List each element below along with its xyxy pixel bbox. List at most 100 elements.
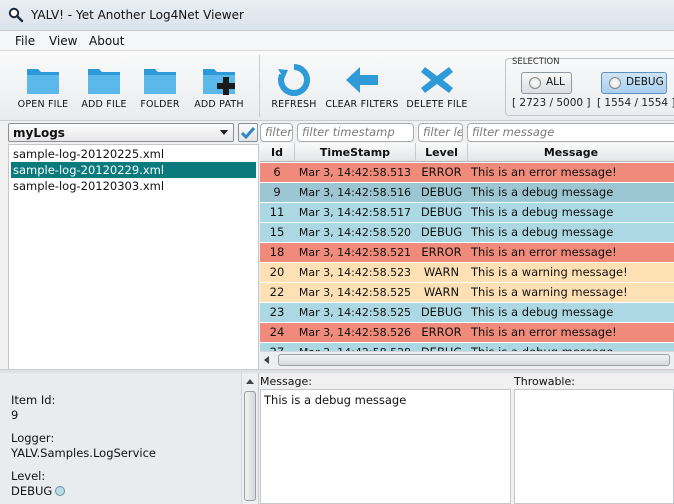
id-filter-input[interactable]: filter [260, 123, 293, 142]
column-level[interactable]: Level [416, 143, 468, 162]
cell-timestamp: Mar 3, 14:42:58.528 [295, 343, 415, 351]
table-row[interactable]: 9 Mar 3, 14:42:58.516 DEBUG This is a debug… [260, 183, 674, 203]
cell-level: ERROR [421, 325, 462, 339]
cell-timestamp: Mar 3, 14:42:58.520 [298, 226, 412, 239]
level-value-row: DEBUG [11, 484, 66, 498]
cell-timestamp: Mar 3, 14:42:58.517 [298, 206, 412, 219]
delete-file-label: DELETE FILE [406, 99, 468, 110]
cell-timestamp: Mar 3, 14:42:58.525 [298, 306, 412, 319]
scroll-up-icon[interactable] [246, 379, 254, 384]
table-row[interactable]: 18 Mar 3, 14:42:58.521 ERROR This is an err… [260, 243, 674, 263]
item-id-value: 9 [11, 408, 19, 422]
table-row[interactable]: 6 Mar 3, 14:42:58.513 ERROR This is an erro… [260, 163, 674, 183]
folder-icon [27, 69, 59, 94]
cell-message: This is a debug message [471, 205, 614, 219]
cell-id: 15 [269, 225, 285, 239]
menu-view[interactable]: View [49, 34, 77, 48]
cell-timestamp: Mar 3, 14:42:58.521 [298, 246, 412, 259]
delete-file-button[interactable]: DELETE FILE [405, 51, 469, 119]
cell-id: 6 [273, 165, 281, 179]
throwable-text[interactable] [514, 389, 674, 504]
file-item-selected[interactable]: sample-log-20120229.xml [11, 162, 256, 178]
log-grid: Id TimeStamp Level Message 6 Mar 3, 14:42… [260, 143, 674, 351]
throwable-panel: Throwable: [514, 373, 674, 504]
folder-combo[interactable]: myLogs [8, 123, 234, 142]
menu-about[interactable]: About [89, 34, 124, 48]
add-file-button[interactable]: ADD FILE [76, 51, 132, 119]
clear-filters-button[interactable]: CLEAR FILTERS [325, 51, 399, 119]
vertical-scrollbar[interactable] [241, 373, 258, 504]
folder-button[interactable]: FOLDER [134, 51, 186, 119]
scroll-thumb[interactable] [278, 354, 670, 366]
message-text[interactable]: This is a debug message [260, 389, 511, 504]
horizontal-scrollbar[interactable] [260, 351, 674, 368]
scroll-thumb[interactable] [244, 391, 256, 501]
cell-level: WARN [423, 285, 460, 299]
details-panel: Item Id: 9 Logger: YALV.Samples.LogServi… [0, 373, 259, 504]
select-all-label: ALL [546, 76, 565, 88]
refresh-button[interactable]: REFRESH [268, 51, 320, 119]
table-row[interactable]: 23 Mar 3, 14:42:58.525 DEBUG This is a debu… [260, 303, 674, 323]
column-message[interactable]: Message [468, 143, 674, 162]
throwable-label: Throwable: [514, 375, 575, 388]
select-all-button[interactable]: ALL [521, 72, 572, 94]
folder-icon [144, 69, 176, 94]
cell-message: This is an error message! [471, 245, 617, 259]
selection-title: SELECTION [512, 57, 560, 67]
column-timestamp[interactable]: TimeStamp [295, 143, 416, 162]
cell-id: 23 [269, 305, 285, 319]
scroll-left-icon[interactable] [264, 356, 269, 364]
cell-level: DEBUG [420, 185, 463, 199]
table-row[interactable]: 22 Mar 3, 14:42:58.525 WARN This is a warni… [260, 283, 674, 303]
table-row[interactable]: 15 Mar 3, 14:42:58.520 DEBUG This is a debu… [260, 223, 674, 243]
cell-message: This is a warning message! [471, 265, 628, 279]
table-row[interactable]: 24 Mar 3, 14:42:58.526 ERROR This is an err… [260, 323, 674, 343]
select-all-files-button[interactable] [238, 123, 258, 142]
cell-level: ERROR [421, 245, 462, 259]
cell-message: This is an error message! [471, 165, 617, 179]
title-bar: YALV! - Yet Another Log4Net Viewer [0, 0, 674, 31]
cell-timestamp: Mar 3, 14:42:58.523 [298, 266, 412, 279]
table-row[interactable]: 20 Mar 3, 14:42:58.523 WARN This is a warni… [260, 263, 674, 283]
message-panel: Message: This is a debug message [260, 373, 512, 504]
open-file-button[interactable]: OPEN FILE [11, 51, 75, 119]
folder-plus-icon [203, 69, 235, 95]
all-count: [ 2723 / 5000 ] [512, 97, 591, 109]
table-row[interactable]: 11 Mar 3, 14:42:58.517 DEBUG This is a debu… [260, 203, 674, 223]
add-file-label: ADD FILE [81, 99, 127, 110]
menu-bar: File View About [0, 31, 674, 51]
file-list: sample-log-20120225.xml sample-log-20120… [8, 144, 259, 370]
table-row[interactable]: 27Mar 3, 14:42:58.528DEBUGThis is a debu… [260, 343, 674, 351]
file-item[interactable]: sample-log-20120225.xml [11, 146, 256, 162]
cell-id: 22 [269, 285, 285, 299]
menu-file[interactable]: File [15, 34, 35, 48]
level-filter-input[interactable]: filter lev [418, 123, 463, 142]
file-pane: myLogs sample-log-20120225.xml sample-lo… [8, 122, 259, 370]
cell-level: ERROR [421, 165, 462, 179]
refresh-label: REFRESH [271, 99, 317, 110]
message-filter-input[interactable]: filter message [467, 123, 674, 142]
select-debug-label: DEBUG [626, 76, 664, 88]
file-item[interactable]: sample-log-20120303.xml [11, 178, 256, 194]
cell-message: This is a warning message! [471, 285, 628, 299]
cell-timestamp: Mar 3, 14:42:58.526 [298, 326, 412, 339]
folder-icon [88, 69, 120, 94]
level-dot-icon [55, 486, 66, 496]
toolbar-separator [259, 55, 260, 117]
cell-id: 24 [269, 325, 285, 339]
cell-id: 18 [269, 245, 285, 259]
add-path-button[interactable]: ADD PATH [190, 51, 248, 119]
cell-message: This is a debug message [468, 343, 674, 351]
window-title: YALV! - Yet Another Log4Net Viewer [31, 8, 244, 22]
cell-message: This is an error message! [471, 325, 617, 339]
select-debug-button[interactable]: DEBUG [601, 72, 667, 94]
arrow-left-icon [346, 67, 378, 93]
folder-label: FOLDER [140, 99, 180, 110]
cell-id: 27 [260, 343, 294, 351]
timestamp-filter-input[interactable]: filter timestamp [297, 123, 414, 142]
delete-x-icon [421, 67, 453, 93]
radio-icon [529, 77, 541, 89]
cell-level: WARN [423, 265, 460, 279]
cell-message: This is a debug message [471, 185, 614, 199]
column-id[interactable]: Id [260, 143, 295, 162]
